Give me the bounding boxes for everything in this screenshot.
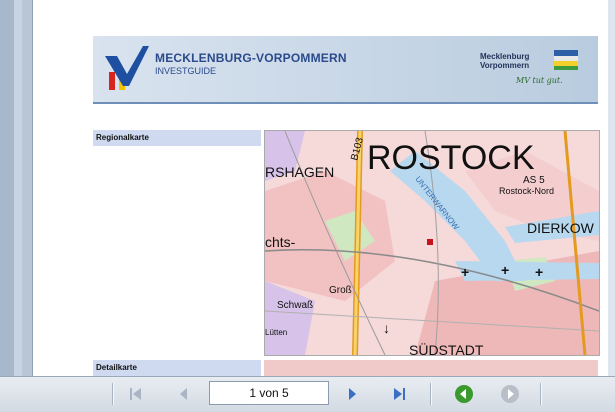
previous-page-icon [180, 388, 187, 400]
back-button[interactable] [452, 382, 476, 406]
first-page-icon [130, 388, 141, 400]
pdf-navigation-toolbar: 1 von 5 [0, 376, 615, 412]
back-arrow-icon [455, 385, 473, 403]
church-marker-2: + [501, 262, 509, 278]
viewer-right-margin [608, 0, 615, 380]
previous-page-button[interactable] [172, 382, 196, 406]
last-page-button[interactable] [387, 382, 411, 406]
toolbar-separator [540, 383, 542, 405]
page-number-input[interactable]: 1 von 5 [209, 381, 329, 405]
detailkarte-label: Detailkarte [93, 360, 261, 376]
regionalkarte-label: Regionalkarte [93, 130, 261, 146]
brand-line2: Vorpommern [480, 61, 530, 70]
map-label-hagen: RSHAGEN [265, 164, 334, 180]
church-marker-1: + [461, 264, 469, 280]
regional-map-graphic: ROSTOCK B103 RSHAGEN AS 5 Rostock-Nord D… [265, 131, 599, 355]
map-label-chts: chts- [265, 234, 296, 250]
map-label-city: ROSTOCK [367, 139, 535, 177]
first-page-button[interactable] [124, 382, 148, 406]
header-banner: MECKLENBURG-VORPOMMERN INVESTGUIDE Meckl… [93, 36, 598, 104]
viewer-left-margin [0, 0, 14, 380]
toolbar-separator [112, 383, 114, 405]
map-label-gross: Groß [329, 285, 352, 296]
map-label-lutten: Lütten [265, 328, 287, 337]
last-page-icon [394, 388, 405, 400]
church-marker-4: ↓ [383, 320, 390, 336]
next-page-button[interactable] [340, 382, 364, 406]
brand-logo: Mecklenburg Vorpommern MV tut gut. [478, 48, 588, 92]
map-label-exit: AS 5 [523, 175, 545, 186]
brand-slogan: MV tut gut. [516, 76, 563, 85]
viewer-left-margin-inner [14, 0, 22, 380]
banner-subtitle: INVESTGUIDE [155, 66, 217, 76]
detail-map-preview [264, 360, 598, 376]
forward-arrow-icon [501, 385, 519, 403]
forward-button[interactable] [498, 382, 522, 406]
toolbar-separator [430, 383, 432, 405]
church-marker-3: + [535, 264, 543, 280]
map-label-suedstadt: SÜDSTADT [409, 341, 484, 355]
map-label-dierkow: DIERKOW [527, 220, 595, 236]
next-page-icon [349, 388, 356, 400]
brand-line1: Mecklenburg [480, 52, 530, 61]
banner-title: MECKLENBURG-VORPOMMERN [155, 51, 347, 65]
map-label-schwass: Schwaß [277, 300, 313, 311]
brand-flag-icon [554, 50, 578, 70]
document-page: MECKLENBURG-VORPOMMERN INVESTGUIDE Meckl… [32, 0, 608, 376]
mv-logo-icon [105, 46, 149, 90]
regional-map: ROSTOCK B103 RSHAGEN AS 5 Rostock-Nord D… [264, 130, 600, 356]
map-label-exit-name: Rostock-Nord [499, 186, 554, 196]
